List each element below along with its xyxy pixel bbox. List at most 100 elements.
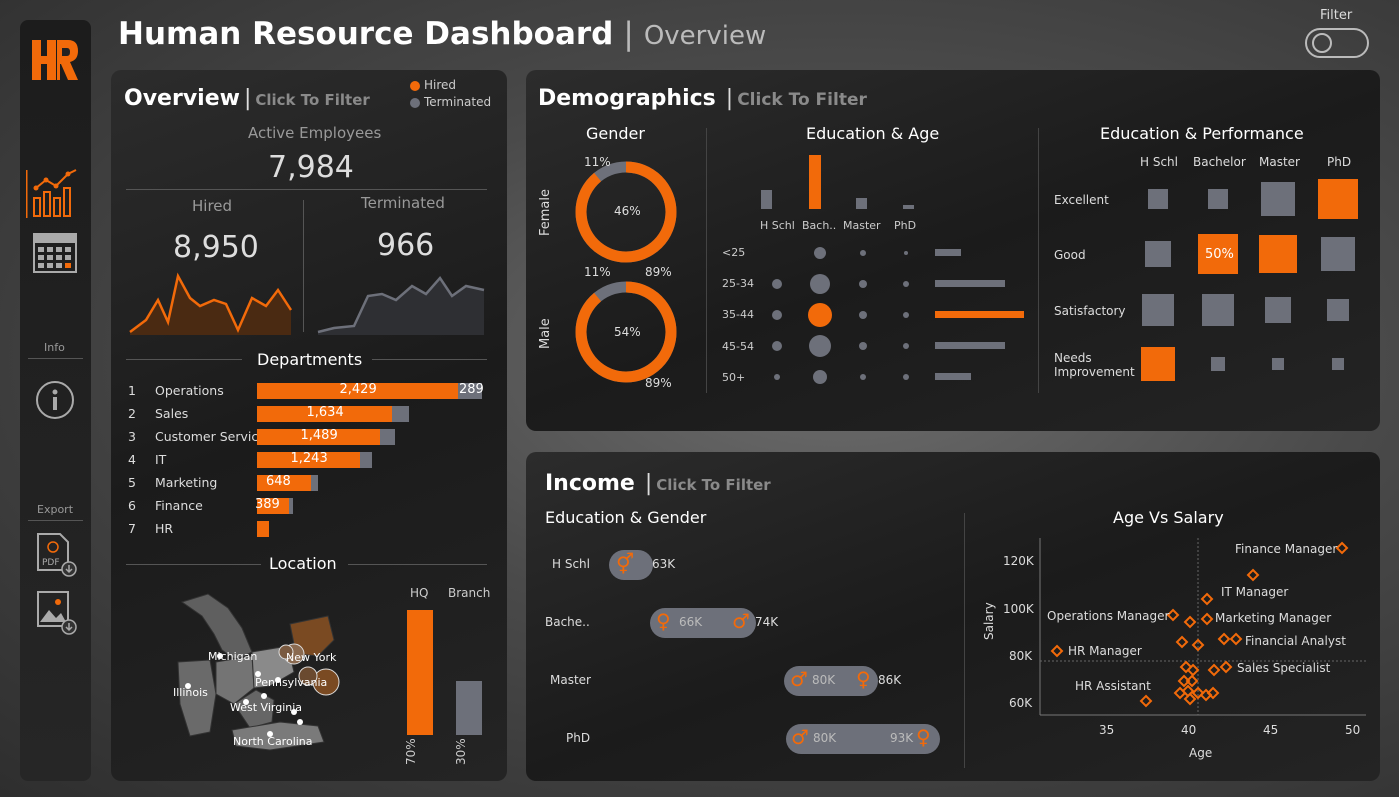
job-sales-specialist: Sales Specialist	[1237, 661, 1331, 675]
male-icon: ♂	[732, 609, 750, 633]
edu-age-dot[interactable]	[859, 342, 867, 350]
edu-perf-cell[interactable]	[1142, 294, 1174, 326]
active-employees-value: 7,984	[268, 150, 354, 185]
perf-col-master: Master	[1259, 155, 1300, 169]
dept-line-left	[126, 359, 242, 360]
info-icon[interactable]	[35, 380, 75, 420]
department-rank: 1	[128, 383, 136, 398]
x-tick-35: 35	[1099, 723, 1115, 737]
female-axis-label: Female	[538, 188, 553, 236]
job-finance-manager: Finance Manager	[1235, 542, 1338, 556]
department-terminated-bar[interactable]	[311, 475, 318, 491]
edu-perf-cell[interactable]	[1259, 235, 1297, 273]
age-group-bar[interactable]	[935, 342, 1005, 349]
edu-perf-cell[interactable]	[1272, 358, 1284, 370]
map-label-north-carolina: North Carolina	[233, 735, 313, 748]
edu-perf-cell[interactable]	[1327, 299, 1349, 321]
age-group-bar[interactable]	[935, 311, 1024, 318]
edu-perf-cell[interactable]	[1318, 179, 1358, 219]
edu-age-dot[interactable]	[808, 303, 832, 327]
edu-age-dot[interactable]	[772, 279, 782, 289]
department-terminated-bar[interactable]	[289, 498, 293, 514]
edu-gender-label: Education & Gender	[545, 508, 707, 527]
edu-age-dot[interactable]	[903, 281, 909, 287]
gender-divider	[706, 128, 707, 393]
hr-logo[interactable]	[30, 38, 80, 82]
edu-age-dot[interactable]	[772, 341, 782, 351]
edu-perf-cell[interactable]	[1261, 182, 1295, 216]
edu-perf-cell[interactable]	[1332, 358, 1344, 370]
edu-age-dot[interactable]	[810, 274, 830, 294]
edu-age-dot[interactable]	[774, 374, 780, 380]
edu-level-master: Master	[843, 219, 881, 232]
overview-click-filter[interactable]: Click To Filter	[255, 91, 369, 109]
edu-level-bach: Bach..	[802, 219, 837, 232]
edu-perf-cell[interactable]	[1202, 294, 1234, 326]
department-hired-bar[interactable]	[257, 521, 269, 537]
female-pct: 46%	[614, 204, 641, 218]
income-click-filter[interactable]: Click To Filter	[656, 476, 770, 494]
department-terminated-bar[interactable]	[392, 406, 409, 422]
overview-title: Overview	[124, 86, 240, 111]
department-row[interactable]: 6 Finance	[128, 498, 488, 514]
hq-bar[interactable]	[407, 610, 433, 735]
age-group-bar[interactable]	[935, 249, 961, 256]
income-hschl-male: 63K	[652, 557, 676, 571]
edu-perf-cell[interactable]	[1208, 189, 1228, 209]
department-hired-value: 389	[255, 497, 280, 512]
edu-age-dot[interactable]	[814, 247, 826, 259]
edu-age-dot[interactable]	[860, 250, 866, 256]
pdf-icon[interactable]: PDF	[36, 532, 78, 578]
edu-count-bar[interactable]	[856, 198, 867, 209]
edu-perf-cell[interactable]	[1321, 237, 1355, 271]
age-group-1: <25	[722, 246, 746, 259]
department-terminated-bar[interactable]	[380, 429, 395, 445]
department-hired-value: 1,489	[300, 428, 338, 443]
edu-age-dot[interactable]	[813, 370, 827, 384]
edu-count-bar[interactable]	[809, 155, 821, 209]
demographics-click-filter[interactable]: Click To Filter	[737, 90, 867, 110]
sidebar-divider	[28, 520, 83, 521]
age-group-bar[interactable]	[935, 280, 1005, 287]
edu-age-dot[interactable]	[903, 312, 909, 318]
edu-age-dot[interactable]	[859, 311, 867, 319]
department-terminated-bar[interactable]	[360, 452, 372, 468]
edu-perf-cell[interactable]	[1145, 241, 1171, 267]
image-icon[interactable]	[36, 590, 78, 636]
male-top-right-pct: 89%	[645, 265, 672, 279]
edu-count-bar[interactable]	[903, 205, 914, 209]
edu-perf-cell[interactable]	[1141, 347, 1175, 381]
filter-toggle[interactable]	[1305, 28, 1369, 58]
edu-age-dot[interactable]	[859, 280, 867, 288]
chart-icon[interactable]	[24, 168, 80, 220]
male-icon: ♂	[790, 667, 808, 691]
income-bar: |	[644, 471, 653, 496]
job-it-manager: IT Manager	[1221, 585, 1289, 599]
male-pct: 54%	[614, 325, 641, 339]
age-group-bar[interactable]	[935, 373, 971, 380]
edu-perf-cell[interactable]	[1148, 189, 1168, 209]
edu-age-dot[interactable]	[772, 310, 782, 320]
edu-level-hschl: H Schl	[760, 219, 795, 232]
edu-age-dot[interactable]	[903, 343, 909, 349]
branch-label: Branch	[448, 586, 491, 600]
sidebar-divider	[28, 358, 83, 359]
hired-label: Hired	[192, 197, 233, 215]
edu-count-bar[interactable]	[761, 190, 772, 209]
calendar-icon[interactable]	[33, 233, 77, 273]
edu-perf-cell[interactable]	[1211, 357, 1225, 371]
edu-perf-cell[interactable]	[1265, 297, 1291, 323]
terminated-label: Terminated	[361, 194, 445, 212]
edu-age-dot[interactable]	[904, 251, 908, 255]
us-map[interactable]	[150, 590, 350, 755]
edu-age-dot[interactable]	[860, 374, 866, 380]
edu-age-dot[interactable]	[903, 374, 909, 380]
y-tick-60k: 60K	[1009, 696, 1033, 710]
perf-row-satisfactory: Satisfactory	[1054, 304, 1126, 318]
edu-age-dot[interactable]	[809, 335, 831, 357]
demographics-title: Demographics	[538, 86, 716, 111]
demographics-bar: |	[725, 86, 734, 111]
branch-bar[interactable]	[456, 681, 482, 735]
department-row[interactable]: 7 HR	[128, 521, 488, 537]
department-rank: 4	[128, 452, 136, 467]
